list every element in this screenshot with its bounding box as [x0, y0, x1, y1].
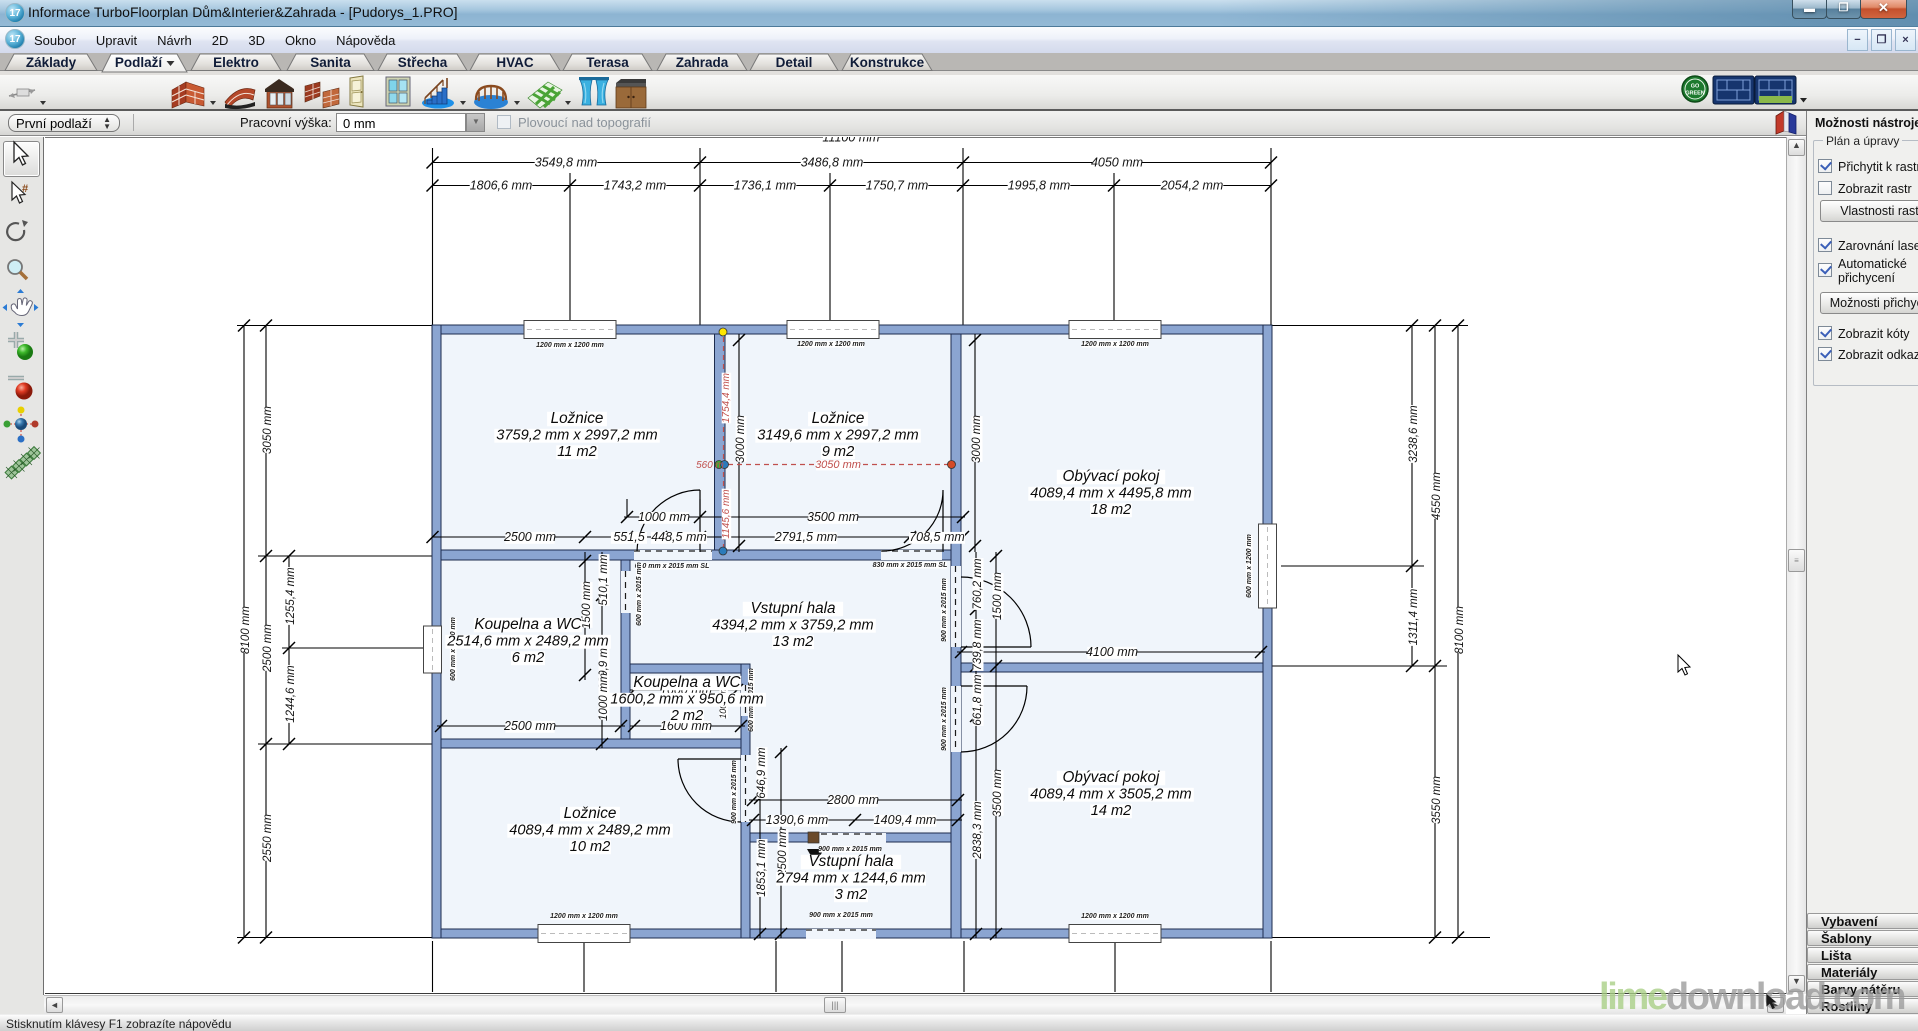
svg-text:1995,8 mm: 1995,8 mm — [1008, 179, 1071, 193]
svg-text:448,5 mm: 448,5 mm — [651, 530, 707, 544]
svg-text:2054,2 mm: 2054,2 mm — [1160, 179, 1224, 193]
svg-text:6 m2: 6 m2 — [512, 650, 544, 666]
svg-text:2791,5 mm: 2791,5 mm — [774, 530, 838, 544]
svg-text:Koupelna a WC: Koupelna a WC — [633, 674, 741, 691]
svg-text:2550 mm: 2550 mm — [262, 814, 274, 863]
svg-text:1806,6 mm: 1806,6 mm — [470, 179, 533, 193]
svg-text:GO: GO — [1691, 84, 1700, 90]
svg-text:GREEN: GREEN — [1685, 91, 1705, 97]
svg-text:1500 mm: 1500 mm — [581, 581, 593, 629]
svg-text:1750,7 mm: 1750,7 mm — [866, 179, 929, 193]
svg-text:900 mm x 2015 mm: 900 mm x 2015 mm — [818, 846, 882, 853]
svg-text:2500 mm: 2500 mm — [503, 719, 556, 733]
svg-text:1200 mm x 1200 mm: 1200 mm x 1200 mm — [797, 341, 865, 348]
svg-text:1145,6 mm: 1145,6 mm — [721, 489, 732, 538]
svg-text:560 m: 560 m — [696, 460, 724, 471]
svg-text:1200 mm x 1200 mm: 1200 mm x 1200 mm — [1081, 341, 1149, 348]
svg-text:Ložnice: Ložnice — [812, 410, 865, 427]
svg-text:1200 mm x 1200 mm: 1200 mm x 1200 mm — [550, 913, 618, 920]
svg-text:4550 mm: 4550 mm — [1431, 472, 1443, 520]
svg-text:13 m2: 13 m2 — [773, 634, 814, 650]
svg-text:900 mm x 2015 mm: 900 mm x 2015 mm — [941, 578, 948, 642]
svg-text:2 m2: 2 m2 — [670, 708, 703, 724]
svg-text:830 mm x 2015 mm SL: 830 mm x 2015 mm SL — [873, 562, 948, 569]
svg-text:2500 mm: 2500 mm — [503, 530, 556, 544]
svg-text:3050 mm: 3050 mm — [262, 406, 274, 454]
svg-text:2838,3 mm: 2838,3 mm — [972, 801, 984, 860]
svg-text:11 m2: 11 m2 — [557, 444, 596, 460]
svg-text:9 m2: 9 m2 — [822, 444, 854, 460]
svg-text:14 m2: 14 m2 — [1091, 803, 1132, 819]
svg-text:1244,6 mm: 1244,6 mm — [285, 665, 297, 723]
svg-text:3550 mm: 3550 mm — [1431, 776, 1443, 824]
svg-text:3000 mm: 3000 mm — [971, 415, 983, 463]
svg-text:3500 mm: 3500 mm — [807, 510, 859, 524]
svg-text:Ložnice: Ložnice — [551, 410, 604, 427]
svg-text:4089,4 mm x 3505,2 mm: 4089,4 mm x 3505,2 mm — [1030, 787, 1191, 803]
svg-text:3500 mm: 3500 mm — [992, 769, 1004, 817]
svg-text:1311,4 mm: 1311,4 mm — [1408, 588, 1420, 645]
svg-text:1000 mm: 1000 mm — [638, 510, 690, 524]
svg-text:1390,6 mm: 1390,6 mm — [766, 813, 829, 827]
svg-text:18 m2: 18 m2 — [1091, 502, 1132, 518]
svg-text:900 mm x 2015 mm: 900 mm x 2015 mm — [941, 687, 948, 751]
svg-text:10 m2: 10 m2 — [570, 839, 611, 855]
svg-text:551,5: 551,5 — [613, 530, 644, 544]
svg-text:4050 mm: 4050 mm — [1091, 156, 1143, 170]
svg-text:3 m2: 3 m2 — [835, 887, 867, 903]
svg-text:1743,2 mm: 1743,2 mm — [604, 179, 667, 193]
svg-text:661,8 mm: 661,8 mm — [972, 674, 984, 726]
svg-text:Vstupní hala: Vstupní hala — [750, 600, 835, 617]
svg-text:4089,4 mm x 2489,2 mm: 4089,4 mm x 2489,2 mm — [509, 823, 670, 839]
svg-text:11100 mm: 11100 mm — [822, 137, 879, 145]
svg-text:8100 mm: 8100 mm — [240, 606, 252, 654]
svg-text:1754,4 mm: 1754,4 mm — [721, 373, 732, 423]
svg-text:3549,8 mm: 3549,8 mm — [535, 156, 598, 170]
svg-text:8100 mm: 8100 mm — [1454, 606, 1466, 654]
svg-text:1255,4 mm: 1255,4 mm — [285, 567, 297, 625]
svg-text:3000 mm: 3000 mm — [735, 415, 747, 463]
svg-text:760,2 mm: 760,2 mm — [972, 558, 984, 610]
svg-text:Obývací pokoj: Obývací pokoj — [1063, 769, 1161, 786]
svg-text:739,8 mm: 739,8 mm — [972, 619, 984, 671]
svg-text:1200 mm x 1200 mm: 1200 mm x 1200 mm — [536, 342, 604, 349]
svg-text:2800 mm: 2800 mm — [826, 793, 879, 807]
svg-text:708,5 mm: 708,5 mm — [909, 530, 965, 544]
svg-text:600 mm x 2015 mm SL: 600 mm x 2015 mm SL — [635, 563, 710, 570]
svg-text:Ložnice: Ložnice — [564, 805, 617, 822]
svg-text:1600,2 mm x 950,6 mm: 1600,2 mm x 950,6 mm — [610, 692, 763, 708]
svg-text:2500 mm: 2500 mm — [262, 624, 274, 673]
svg-text:600 mm x 1200 mm: 600 mm x 1200 mm — [1246, 534, 1253, 598]
svg-text:Koupelna a WC: Koupelna a WC — [474, 616, 582, 633]
svg-text:1500 mm: 1500 mm — [992, 572, 1004, 620]
svg-text:4100 mm: 4100 mm — [1086, 645, 1138, 659]
svg-text:3149,6 mm x 2997,2 mm: 3149,6 mm x 2997,2 mm — [757, 428, 918, 444]
svg-text:4089,4 mm x 4495,8 mm: 4089,4 mm x 4495,8 mm — [1030, 486, 1191, 502]
svg-text:1853,1 mm: 1853,1 mm — [756, 839, 768, 897]
svg-text:4394,2 mm x 3759,2 mm: 4394,2 mm x 3759,2 mm — [712, 618, 873, 634]
svg-text:510,1 mm: 510,1 mm — [598, 554, 610, 606]
svg-text:Vstupní hala: Vstupní hala — [808, 853, 893, 870]
svg-text:900 mm x 2015 mm: 900 mm x 2015 mm — [809, 912, 873, 919]
svg-text:3050 mm: 3050 mm — [815, 459, 861, 471]
svg-text:900 mm x 2015 mm: 900 mm x 2015 mm — [731, 760, 738, 824]
svg-text:2794 mm x 1244,6 mm: 2794 mm x 1244,6 mm — [775, 871, 925, 887]
svg-text:3238,6 mm: 3238,6 mm — [1408, 405, 1420, 463]
svg-text:2514,6 mm x 2489,2 mm: 2514,6 mm x 2489,2 mm — [446, 634, 608, 650]
svg-text:1409,4 mm: 1409,4 mm — [874, 813, 937, 827]
svg-text:646,9 mm: 646,9 mm — [756, 747, 768, 799]
svg-text:Obývací pokoj: Obývací pokoj — [1063, 468, 1161, 485]
svg-text:3486,8 mm: 3486,8 mm — [801, 156, 864, 170]
svg-text:1200 mm x 1200 mm: 1200 mm x 1200 mm — [1081, 913, 1149, 920]
svg-text:#: # — [22, 183, 28, 195]
svg-text:1736,1 mm: 1736,1 mm — [734, 179, 797, 193]
svg-text:600 mm x 2015 mm: 600 mm x 2015 mm — [636, 562, 643, 626]
svg-text:3759,2 mm x 2997,2 mm: 3759,2 mm x 2997,2 mm — [496, 428, 657, 444]
